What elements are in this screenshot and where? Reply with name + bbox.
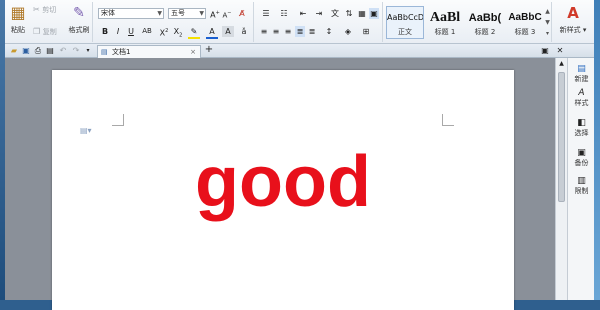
- font-name-select[interactable]: 宋体 ▼: [98, 8, 164, 19]
- style-icon: A: [578, 88, 585, 98]
- font-size-select[interactable]: 五号 ▼: [168, 8, 206, 19]
- increase-indent-icon[interactable]: ⇥: [313, 8, 325, 19]
- quick-access-menu-icon[interactable]: ▾: [84, 45, 92, 56]
- document-workspace: ▤▾ good: [5, 58, 555, 310]
- styles-group: AaBbCcDd 正文 AaBl 标题 1 AaBb( 标题 2 AaBbC 标…: [384, 2, 552, 42]
- highlight-icon[interactable]: ✎: [188, 26, 200, 39]
- vertical-scrollbar[interactable]: ▲: [555, 58, 567, 300]
- clear-format-icon[interactable]: A̸: [236, 8, 248, 19]
- phonetic-icon[interactable]: ǎ: [238, 26, 250, 37]
- font-group: 宋体 ▼ 五号 ▼ A+ A− A̸ B I U AB X2 X2 ✎ A A ǎ: [94, 2, 254, 42]
- open-folder-icon[interactable]: ▰: [9, 45, 19, 56]
- underline-icon[interactable]: U: [126, 26, 136, 37]
- table-icon[interactable]: ▦: [357, 8, 367, 19]
- clipboard-group: ▦ 粘贴 ✂ 剪切 ❐ 复制 ✎ 格式刷: [5, 2, 93, 42]
- new-style-icon: A: [567, 4, 579, 22]
- brush-icon: ✎: [73, 5, 85, 21]
- margin-corner-top-right: [442, 114, 454, 126]
- styles-scroll[interactable]: ▲ ▼ ▾: [544, 6, 551, 39]
- align-center-icon[interactable]: ≡: [271, 26, 281, 37]
- cut-icon: ✂: [33, 5, 40, 14]
- new-style-button[interactable]: A 新样式 ▾: [555, 2, 591, 36]
- italic-icon[interactable]: I: [113, 26, 123, 37]
- limit-icon: ▥: [577, 176, 586, 186]
- style-heading-2[interactable]: AaBb( 标题 2: [466, 6, 504, 39]
- document-text[interactable]: good: [52, 142, 514, 222]
- font-color-icon[interactable]: A: [206, 26, 218, 39]
- grow-font-icon[interactable]: A+: [210, 8, 220, 21]
- panel-limit-button[interactable]: ▥ 限制: [568, 176, 595, 196]
- paragraph-group: ☰ ☷ ⇤ ⇥ 文 ⇅ ▦ ▣ ≡ ≡ ≡ ≣ ≣ ↕ ◈ ⊞: [255, 2, 383, 42]
- close-icon[interactable]: ×: [190, 46, 196, 58]
- format-painter-button[interactable]: ✎ 格式刷: [65, 2, 93, 36]
- copy-icon: ❐: [33, 27, 41, 36]
- tab-document[interactable]: ▤ 文档1 ×: [97, 45, 201, 58]
- backup-icon: ▣: [577, 148, 586, 158]
- add-tab-icon[interactable]: +: [204, 44, 214, 55]
- scroll-up-icon[interactable]: ▲: [556, 58, 567, 69]
- window-close-icon[interactable]: ✕: [555, 45, 565, 56]
- line-spacing-icon[interactable]: ↕: [323, 26, 335, 37]
- shrink-font-icon[interactable]: A−: [222, 8, 232, 21]
- bullet-list-icon[interactable]: ☰: [259, 8, 273, 19]
- paste-icon: ▦: [10, 3, 26, 22]
- copy-button[interactable]: ❐ 复制: [33, 26, 65, 38]
- panel-select-button[interactable]: ◧ 选择: [568, 118, 595, 138]
- panel-new-button[interactable]: ▤ 新建: [568, 64, 595, 84]
- print-icon[interactable]: ⎙: [33, 45, 43, 56]
- numbered-list-icon[interactable]: ☷: [277, 8, 291, 19]
- ribbon-toolbar: ▦ 粘贴 ✂ 剪切 ❐ 复制 ✎ 格式刷 宋体 ▼ 五号 ▼ A+ A− A̸ B …: [5, 0, 594, 44]
- select-icon: ◧: [577, 118, 586, 128]
- undo-icon[interactable]: ↶: [58, 45, 68, 56]
- right-task-panel: ▤ 新建 A 样式 ◧ 选择 ▣ 备份 ▥ 限制: [567, 58, 594, 300]
- scroll-thumb[interactable]: [558, 72, 565, 202]
- save-icon[interactable]: ▣: [21, 45, 31, 56]
- new-icon: ▤: [577, 64, 586, 74]
- chevron-down-icon: ▾: [580, 26, 587, 34]
- subscript-icon[interactable]: X2: [172, 26, 184, 42]
- align-right-icon[interactable]: ≡: [283, 26, 293, 37]
- style-normal[interactable]: AaBbCcDd 正文: [386, 6, 424, 39]
- margin-corner-top-left: [112, 114, 124, 126]
- paste-label: 粘贴: [11, 26, 25, 34]
- superscript-icon[interactable]: X2: [158, 26, 170, 39]
- style-heading-1[interactable]: AaBl 标题 1: [426, 6, 464, 39]
- shading-icon[interactable]: ◈: [341, 26, 355, 37]
- chevron-down-icon: ▼: [199, 10, 204, 17]
- paste-button[interactable]: ▦ 粘贴: [7, 2, 29, 36]
- distribute-icon[interactable]: ≣: [307, 26, 317, 37]
- style-heading-3[interactable]: AaBbC 标题 3: [506, 6, 544, 39]
- chevron-down-icon: ▼: [157, 10, 162, 17]
- strike-icon[interactable]: AB: [140, 26, 154, 37]
- char-shading-icon[interactable]: A: [222, 26, 234, 37]
- tab-bar: ▰ ▣ ⎙ ▤ ↶ ↷ ▾ ▤ 文档1 × + ▣ ✕: [5, 44, 594, 58]
- window-restore-icon[interactable]: ▣: [540, 45, 550, 56]
- align-left-icon[interactable]: ≡: [259, 26, 269, 37]
- redo-icon[interactable]: ↷: [71, 45, 81, 56]
- show-marks-icon[interactable]: ▣: [369, 8, 379, 19]
- decrease-indent-icon[interactable]: ⇤: [297, 8, 309, 19]
- panel-style-button[interactable]: A 样式: [568, 88, 595, 108]
- sort-icon[interactable]: ⇅: [343, 8, 355, 19]
- paragraph-marker-icon: ▤▾: [80, 126, 92, 135]
- panel-backup-button[interactable]: ▣ 备份: [568, 148, 595, 168]
- chinese-layout-icon[interactable]: 文: [329, 8, 341, 19]
- borders-icon[interactable]: ⊞: [359, 26, 373, 37]
- bold-icon[interactable]: B: [100, 26, 110, 37]
- justify-icon[interactable]: ≣: [295, 26, 305, 37]
- document-tab-icon: ▤: [101, 48, 108, 56]
- document-page[interactable]: ▤▾ good: [52, 70, 514, 310]
- print-preview-icon[interactable]: ▤: [45, 45, 55, 56]
- cut-button[interactable]: ✂ 剪切: [33, 4, 65, 16]
- window-edge-right: [594, 0, 600, 300]
